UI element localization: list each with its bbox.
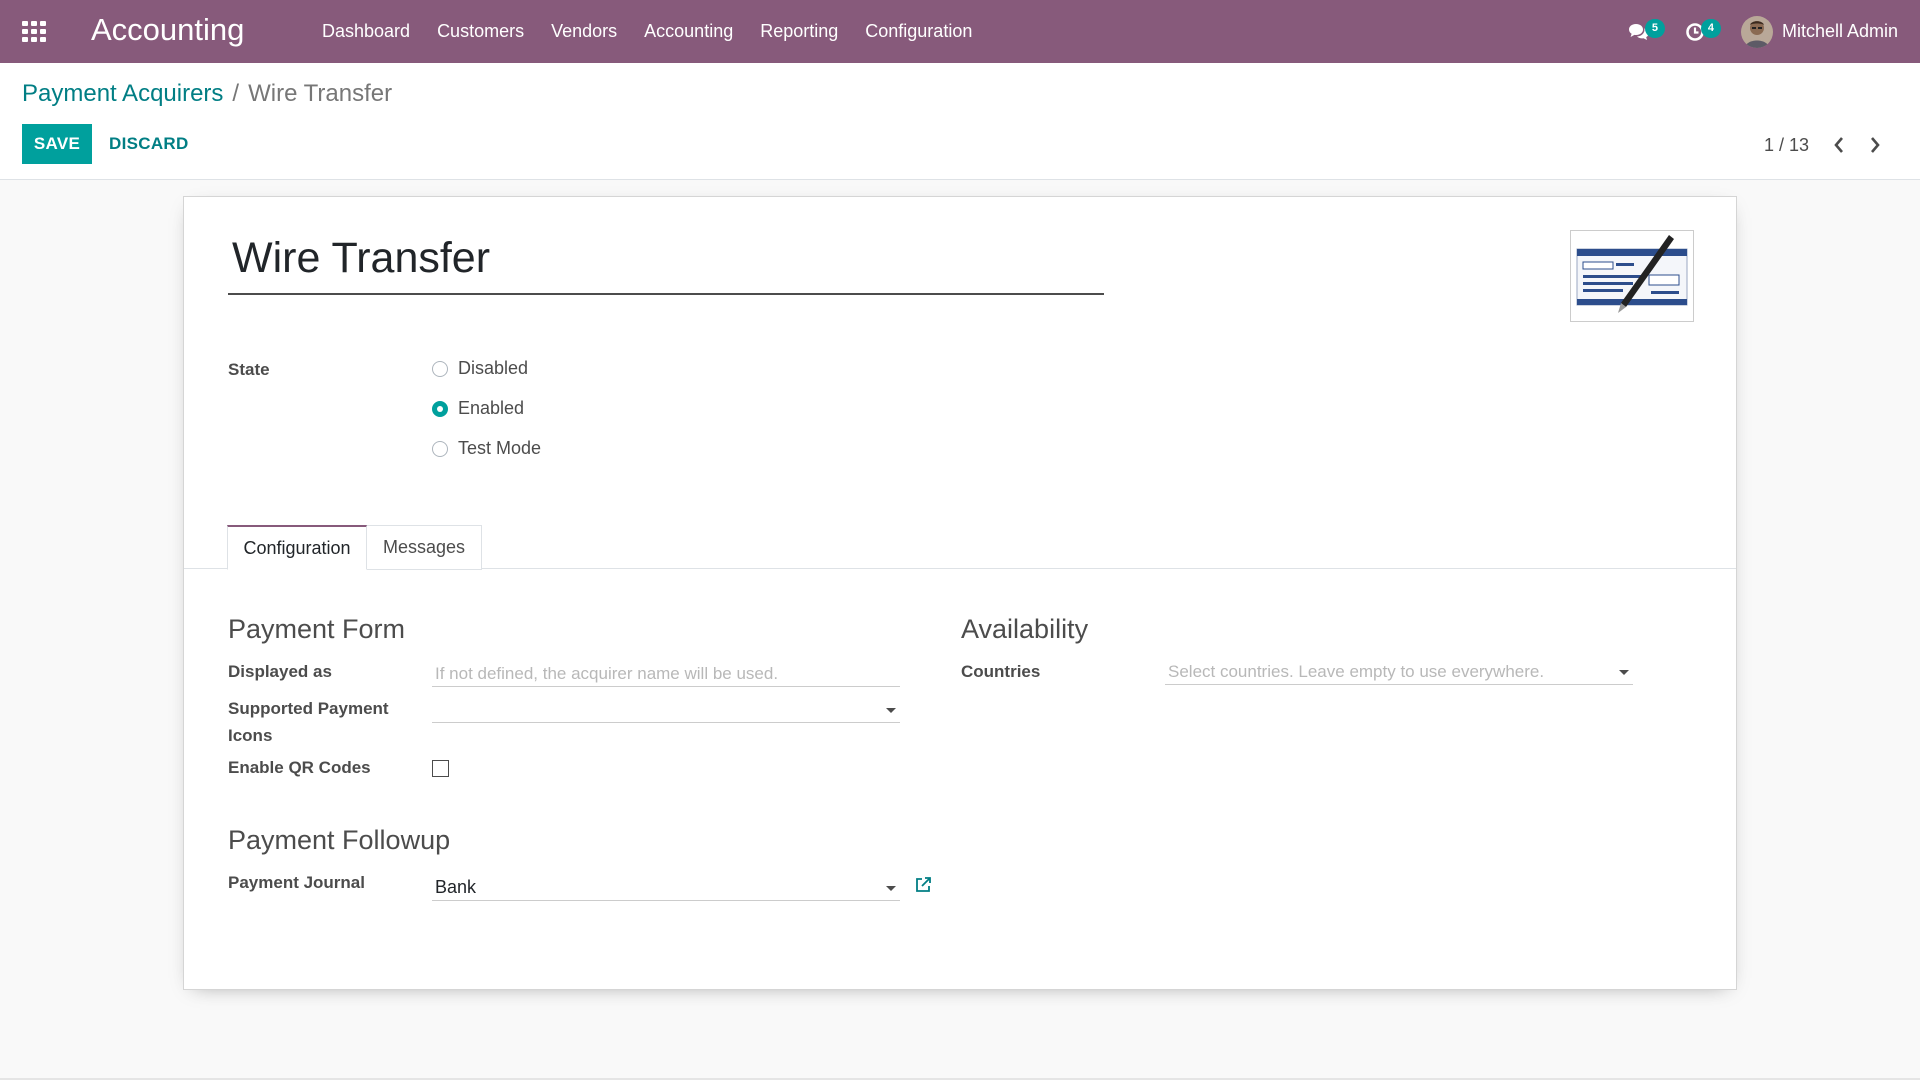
form-sheet: Wire Transfer State Disabled Enabled Tes… — [183, 196, 1737, 990]
main-menu: Dashboard Customers Vendors Accounting R… — [322, 0, 999, 63]
caret-down-icon — [1619, 670, 1629, 675]
name-field[interactable]: Wire Transfer — [228, 233, 1104, 295]
menu-vendors[interactable]: Vendors — [551, 21, 617, 42]
payment-journal-label: Payment Journal — [228, 873, 365, 892]
pager-next-button[interactable] — [1866, 133, 1884, 157]
state-option-label: Test Mode — [458, 438, 542, 458]
qr-codes-label: Enable QR Codes — [228, 758, 371, 777]
acquirer-name[interactable]: Wire Transfer — [228, 233, 1104, 283]
payment-icons-select[interactable] — [432, 695, 900, 723]
breadcrumb-payment-acquirers[interactable]: Payment Acquirers — [22, 80, 223, 108]
radio-test-mode[interactable] — [432, 440, 448, 457]
activities-count-badge: 4 — [1700, 18, 1721, 38]
displayed-as-placeholder: If not defined, the acquirer name will b… — [435, 664, 779, 683]
discard-button[interactable]: DISCARD — [109, 134, 189, 154]
payment-icons-label: Supported Payment — [228, 699, 389, 718]
notebook-tabs: Configuration Messages — [184, 525, 1736, 570]
state-option-label: Disabled — [458, 358, 529, 378]
wire-transfer-check-icon — [1576, 235, 1688, 313]
control-panel: Payment Acquirers / Wire Transfer SAVE D… — [0, 63, 1920, 180]
systray: 5 4 Mitchell Admin — [1619, 0, 1920, 63]
payment-form-title: Payment Form — [228, 614, 406, 644]
countries-placeholder: Select countries. Leave empty to use eve… — [1168, 662, 1545, 681]
messaging-menu-button[interactable]: 5 — [1619, 12, 1665, 52]
messages-count-badge: 5 — [1644, 18, 1665, 38]
breadcrumb-separator: / — [232, 80, 240, 107]
caret-down-icon — [886, 708, 896, 713]
app-name[interactable]: Accounting — [91, 12, 244, 48]
state-option-enabled[interactable]: Enabled — [432, 398, 524, 419]
user-avatar — [1740, 15, 1773, 48]
apps-menu-icon[interactable] — [22, 21, 46, 42]
payment-journal-value: Bank — [435, 877, 477, 897]
top-navbar: Accounting Dashboard Customers Vendors A… — [0, 0, 1920, 63]
countries-label: Countries — [961, 662, 1041, 681]
breadcrumb-current: Wire Transfer — [248, 80, 393, 107]
menu-dashboard[interactable]: Dashboard — [322, 21, 410, 42]
menu-reporting[interactable]: Reporting — [760, 21, 838, 42]
state-label: State — [228, 360, 270, 379]
caret-down-icon — [886, 886, 896, 891]
save-button[interactable]: SAVE — [22, 124, 92, 164]
qr-codes-checkbox[interactable] — [432, 760, 449, 777]
payment-icons-label-cont: Icons — [228, 726, 273, 745]
tab-messages[interactable]: Messages — [367, 525, 482, 570]
chevron-left-icon — [1834, 137, 1843, 153]
chevron-right-icon — [1871, 137, 1880, 153]
menu-accounting[interactable]: Accounting — [644, 21, 733, 42]
menu-customers[interactable]: Customers — [437, 21, 524, 42]
availability-title: Availability — [961, 614, 1089, 644]
payment-followup-title: Payment Followup — [228, 825, 451, 855]
displayed-as-label: Displayed as — [228, 662, 332, 681]
payment-journal-external-button[interactable] — [913, 875, 933, 895]
state-option-label: Enabled — [458, 398, 525, 418]
user-menu[interactable]: Mitchell Admin — [1740, 15, 1898, 48]
external-link-icon — [916, 877, 931, 892]
pager-previous-button[interactable] — [1830, 133, 1848, 157]
radio-enabled[interactable] — [432, 400, 448, 417]
state-option-disabled[interactable]: Disabled — [432, 358, 528, 379]
breadcrumb: Payment Acquirers / Wire Transfer — [22, 80, 392, 108]
countries-select[interactable]: Select countries. Leave empty to use eve… — [1165, 657, 1633, 685]
displayed-as-input[interactable]: If not defined, the acquirer name will b… — [432, 659, 900, 687]
radio-disabled[interactable] — [432, 360, 448, 377]
pager-value[interactable]: 1 / 13 — [1764, 135, 1809, 156]
user-name: Mitchell Admin — [1781, 21, 1898, 41]
menu-configuration[interactable]: Configuration — [865, 21, 972, 42]
activity-menu-button[interactable]: 4 — [1675, 12, 1721, 52]
state-option-test-mode[interactable]: Test Mode — [432, 438, 541, 459]
acquirer-image[interactable] — [1570, 230, 1694, 322]
tab-configuration[interactable]: Configuration — [227, 525, 367, 570]
payment-journal-select[interactable]: Bank — [432, 873, 900, 901]
